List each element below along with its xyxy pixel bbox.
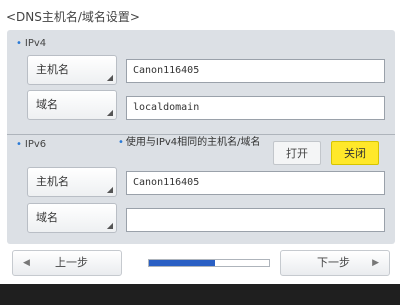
ipv6-host-input[interactable]: Canon116405 bbox=[126, 171, 385, 195]
ipv6-same-setting-description: • 使用与IPv4相同的主机名/域名 bbox=[118, 137, 261, 148]
corner-marker-icon: ◢ bbox=[106, 73, 113, 82]
next-step-button[interactable]: 下一步 ▶ bbox=[280, 250, 390, 276]
prev-step-label: 上一步 bbox=[55, 256, 88, 269]
ipv6-domain-input[interactable] bbox=[126, 208, 385, 232]
progress-fill bbox=[149, 260, 215, 266]
ipv4-host-label: 主机名 bbox=[36, 63, 69, 76]
ipv6-domain-button[interactable]: 域名 ◢ bbox=[27, 203, 117, 233]
ipv6-section-label: • IPv6 bbox=[16, 139, 47, 150]
ipv4-section-label: • IPv4 bbox=[16, 38, 47, 49]
ipv4-host-input[interactable]: Canon116405 bbox=[126, 59, 385, 83]
corner-marker-icon: ◢ bbox=[106, 108, 113, 117]
ipv6-host-label: 主机名 bbox=[36, 175, 69, 188]
bullet-icon: • bbox=[118, 137, 124, 148]
ipv4-domain-input[interactable]: localdomain bbox=[126, 96, 385, 120]
ipv6-host-button[interactable]: 主机名 ◢ bbox=[27, 167, 117, 197]
bullet-icon: • bbox=[16, 38, 22, 49]
status-bar bbox=[0, 284, 400, 305]
next-step-label: 下一步 bbox=[317, 256, 350, 269]
ipv6-domain-label: 域名 bbox=[36, 211, 58, 224]
bullet-icon: • bbox=[16, 139, 22, 150]
left-arrow-icon: ◀ bbox=[23, 258, 30, 268]
toggle-on-button[interactable]: 打开 bbox=[273, 141, 321, 165]
prev-step-button[interactable]: ◀ 上一步 bbox=[12, 250, 122, 276]
ipv4-domain-button[interactable]: 域名 ◢ bbox=[27, 90, 117, 120]
corner-marker-icon: ◢ bbox=[106, 185, 113, 194]
right-arrow-icon: ▶ bbox=[372, 258, 379, 268]
section-divider bbox=[7, 134, 395, 135]
toggle-off-button[interactable]: 关闭 bbox=[331, 141, 379, 165]
ipv4-host-button[interactable]: 主机名 ◢ bbox=[27, 55, 117, 85]
progress-bar bbox=[148, 259, 270, 267]
page-title: <DNS主机名/域名设置> bbox=[6, 10, 140, 24]
corner-marker-icon: ◢ bbox=[106, 221, 113, 230]
ipv4-domain-label: 域名 bbox=[36, 98, 58, 111]
